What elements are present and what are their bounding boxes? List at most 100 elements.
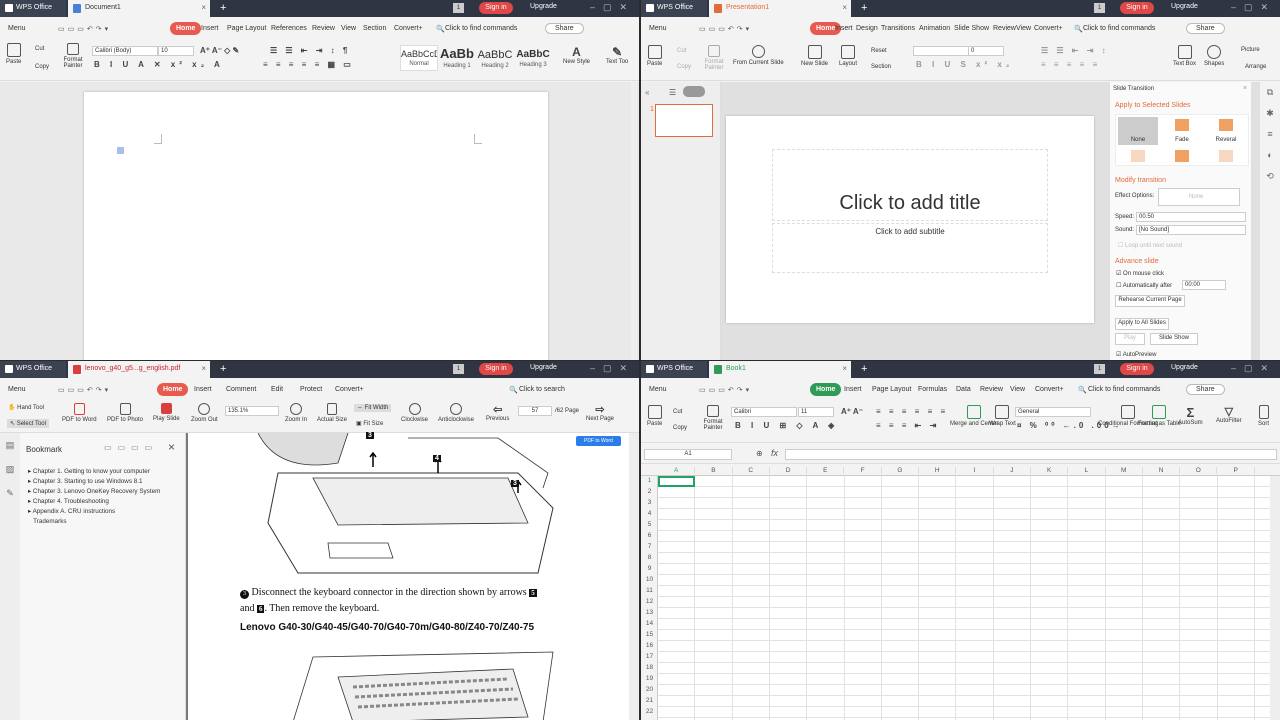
new-tab-icon[interactable]: + xyxy=(861,2,867,14)
subtitle-placeholder[interactable]: Click to add subtitle xyxy=(772,223,1048,273)
find-commands[interactable]: Click to find commands xyxy=(1088,386,1160,393)
column-header[interactable]: L xyxy=(1068,467,1106,474)
new-tab-icon[interactable]: + xyxy=(861,363,867,375)
column-header[interactable]: M xyxy=(1106,467,1143,474)
cells[interactable] xyxy=(658,476,1270,720)
format-table-button[interactable]: Format as Table xyxy=(1138,405,1181,427)
font-size-select[interactable]: 0 xyxy=(968,46,1004,56)
share-button[interactable]: Share xyxy=(545,23,584,34)
close-tab-icon[interactable]: × xyxy=(842,364,847,373)
format-painter-button[interactable]: Format Painter xyxy=(62,43,84,69)
document-tab[interactable]: Document1 × xyxy=(68,0,210,17)
zoom-formula-icon[interactable]: ⊕ xyxy=(756,449,763,458)
section-button[interactable]: Section xyxy=(871,64,891,70)
row-header[interactable]: 16 xyxy=(641,642,658,649)
row-header[interactable]: 17 xyxy=(641,653,658,660)
column-header[interactable]: K xyxy=(1031,467,1069,474)
tab-review[interactable]: Review xyxy=(993,25,1016,32)
vertical-scrollbar[interactable] xyxy=(629,433,639,720)
tab-formulas[interactable]: Formulas xyxy=(918,386,947,393)
copy-button[interactable]: Copy xyxy=(673,425,687,431)
tab-data[interactable]: Data xyxy=(956,386,971,393)
column-header[interactable]: F xyxy=(845,467,882,474)
active-cell-a1[interactable] xyxy=(658,476,695,487)
row-header[interactable]: 22 xyxy=(641,708,658,715)
tab-protect[interactable]: Protect xyxy=(300,386,322,393)
play-button[interactable]: Play xyxy=(1115,333,1145,345)
wrap-text-button[interactable]: Wrap Text xyxy=(989,405,1016,427)
fx-icon[interactable]: fx xyxy=(771,448,778,458)
quick-access-icons[interactable]: ▭▭▭↶↷▾ xyxy=(699,386,752,394)
collapse-pane-icon[interactable]: « xyxy=(645,88,649,97)
row-header[interactable]: 21 xyxy=(641,697,658,704)
share-button[interactable]: Share xyxy=(1186,384,1225,395)
close-tab-icon[interactable]: × xyxy=(842,3,847,12)
new-tab-icon[interactable]: + xyxy=(220,2,226,14)
cut-button[interactable]: Cut xyxy=(35,46,44,52)
from-current-slide-button[interactable]: From Current Slide xyxy=(733,45,784,66)
tab-home[interactable]: Home xyxy=(810,383,842,396)
autopreview-checkbox[interactable]: ☑ AutoPreview xyxy=(1116,351,1156,358)
tab-home[interactable]: Home xyxy=(157,383,189,396)
formula-input[interactable] xyxy=(785,449,1277,460)
pdf-to-word-badge[interactable]: PDF to Word xyxy=(576,436,621,446)
tab-transitions[interactable]: Transitions xyxy=(881,25,915,32)
style-heading1[interactable]: AaBb Heading 1 xyxy=(438,45,476,71)
window-controls[interactable]: –▢✕ xyxy=(590,363,635,374)
row-header[interactable]: 1 xyxy=(641,477,658,484)
font-style-icons[interactable]: B I U S x² x₂ xyxy=(916,60,1013,69)
slides-view-icon[interactable]: ☰ xyxy=(669,88,676,97)
paste-button[interactable]: Paste xyxy=(647,405,662,427)
apply-all-button[interactable]: Apply to All Slides xyxy=(1115,318,1169,330)
font-style-icons[interactable]: B I U ⊞ ◇ A ◈ xyxy=(735,421,838,430)
bookmark-tools[interactable]: ▭▭▭▭ xyxy=(104,443,158,452)
tab-references[interactable]: References xyxy=(271,25,307,32)
bookmark-item[interactable]: ▸ Chapter 3. Lenovo OneKey Recovery Syst… xyxy=(28,487,184,497)
format-painter-button[interactable]: Format Painter xyxy=(703,45,725,71)
select-tool-button[interactable]: ↖ Select Tool xyxy=(7,419,49,428)
row-header[interactable]: 4 xyxy=(641,510,658,517)
window-controls[interactable]: –▢✕ xyxy=(590,2,635,13)
tab-edit[interactable]: Edit xyxy=(271,386,283,393)
transition-none[interactable]: None xyxy=(1118,117,1158,145)
row-header[interactable]: 18 xyxy=(641,664,658,671)
fit-size-button[interactable]: ▣ Fit Size xyxy=(356,420,383,427)
effect-options-select[interactable]: None xyxy=(1158,188,1240,206)
picture-button[interactable]: Picture xyxy=(1241,47,1260,53)
side-toolbar[interactable]: ⧉ ✱ ≡ ◐ ⟲ xyxy=(1260,82,1280,360)
tab-insert[interactable]: Insert xyxy=(835,25,853,32)
tab-slide-show[interactable]: Slide Show xyxy=(954,25,989,32)
style-normal[interactable]: AaBbCcDd Normal xyxy=(400,45,438,71)
new-tab-icon[interactable]: + xyxy=(220,363,226,375)
tab-insert[interactable]: Insert xyxy=(201,25,219,32)
tab-view[interactable]: View xyxy=(1016,25,1031,32)
row-header[interactable]: 9 xyxy=(641,565,658,572)
tab-page-layout[interactable]: Page Layout xyxy=(227,25,266,32)
find-commands[interactable]: Click to find commands xyxy=(1083,25,1155,32)
tab-page-layout[interactable]: Page Layout xyxy=(872,386,911,393)
style-heading2[interactable]: AaBbC Heading 2 xyxy=(476,45,514,71)
wps-office-tab[interactable]: WPS Office xyxy=(641,361,707,378)
loop-checkbox[interactable]: ☐ Loop until next sound xyxy=(1118,242,1182,249)
previous-page-button[interactable]: ⇦ Previous xyxy=(486,403,509,422)
menu-button[interactable]: Menu xyxy=(8,386,26,393)
pdf-page[interactable]: PDF to Word 3 4 3 3 Disconnect the keybo… xyxy=(188,432,629,720)
close-tab-icon[interactable]: × xyxy=(201,3,206,12)
row-header[interactable]: 6 xyxy=(641,532,658,539)
upgrade-button[interactable]: Upgrade xyxy=(1171,364,1198,371)
column-header[interactable]: B xyxy=(695,467,733,474)
presentation-tab[interactable]: Presentation1 × xyxy=(709,0,851,17)
autosum-button[interactable]: Σ AutoSum xyxy=(1178,405,1203,426)
alignment-icons[interactable]: ≡ ≡ ≡ ≡ ≡ xyxy=(1041,60,1100,69)
tab-comment[interactable]: Comment xyxy=(226,386,256,393)
row-header[interactable]: 15 xyxy=(641,631,658,638)
sign-in-button[interactable]: Sign in xyxy=(479,363,513,375)
row-header[interactable]: 13 xyxy=(641,609,658,616)
vertical-scrollbar[interactable] xyxy=(631,82,637,360)
auto-after-checkbox[interactable]: ☐ Automatically after xyxy=(1116,282,1172,289)
slide-canvas[interactable]: Click to add title Click to add subtitle xyxy=(726,116,1094,323)
column-header[interactable]: P xyxy=(1218,467,1255,474)
window-controls[interactable]: –▢✕ xyxy=(1231,363,1276,374)
font-name-select[interactable]: Calibri xyxy=(731,407,797,417)
menu-button[interactable]: Menu xyxy=(649,386,667,393)
